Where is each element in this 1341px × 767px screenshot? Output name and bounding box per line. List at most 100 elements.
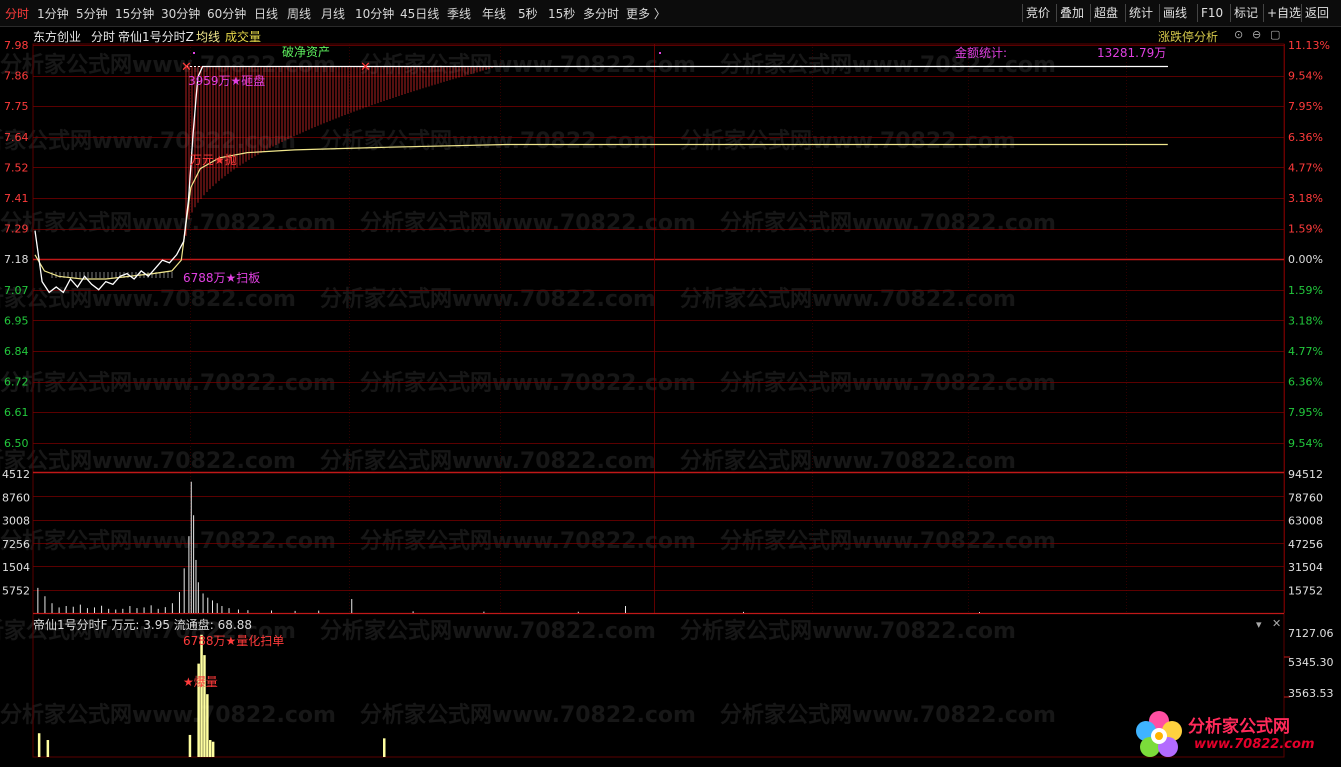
price-line xyxy=(34,65,1168,294)
sub-burst-annotation: ★爆量 xyxy=(183,675,218,689)
percent-tick-label: 9.54% xyxy=(1288,437,1323,450)
volume-tick-label-right: 15752 xyxy=(1288,585,1323,598)
site-logo: 分析家公式网 www.70822.com xyxy=(1132,708,1332,762)
percent-tick-label: 6.36% xyxy=(1288,131,1323,144)
volume-bar xyxy=(193,515,195,613)
percent-tick-label: 7.95% xyxy=(1288,406,1323,419)
percent-tick-label: 7.95% xyxy=(1288,100,1323,113)
volume-bar xyxy=(318,610,320,613)
volume-bar xyxy=(143,607,145,613)
sub-bar xyxy=(203,655,206,757)
dropdown-icon[interactable]: ▾ xyxy=(1256,618,1262,631)
price-tick-label: 7.29 xyxy=(4,223,29,236)
sweep-annotation: 6788万★扫板 xyxy=(183,271,260,285)
watermark-text: 分析家公式网www.70822.com xyxy=(0,210,336,236)
volume-tick-label: 3008 xyxy=(2,515,30,528)
volume-bar xyxy=(150,605,152,613)
marker-dot xyxy=(193,52,195,54)
volume-bar xyxy=(136,608,138,613)
volume-bar xyxy=(44,596,46,613)
volume-bar xyxy=(58,607,60,613)
price-tick-label: 6.84 xyxy=(4,345,29,358)
volume-bar xyxy=(94,607,95,613)
volume-bar xyxy=(743,611,744,613)
volume-tick-label: 1504 xyxy=(2,561,30,574)
sub-indicator-name: 帝仙1号分时F xyxy=(33,618,108,632)
flower-icon xyxy=(1136,711,1182,757)
marker-dot xyxy=(659,52,661,54)
percent-tick-label: 4.77% xyxy=(1288,161,1323,174)
volume-bar xyxy=(37,587,39,613)
volume-bar xyxy=(207,597,209,613)
volume-bar xyxy=(164,607,166,613)
volume-tick-label: 5752 xyxy=(2,585,30,598)
watermark-text: 分析家公式网www.70822.com xyxy=(680,448,1016,474)
watermark-text: 分析家公式网www.70822.com xyxy=(0,448,296,474)
volume-bar xyxy=(86,608,88,613)
percent-tick-label: 1.59% xyxy=(1288,284,1323,297)
unit-value: 3.95 xyxy=(143,618,170,632)
sub-bar xyxy=(206,694,209,757)
watermark-text: 分析家公式网www.70822.com xyxy=(0,128,296,154)
volume-bar xyxy=(171,603,173,613)
volume-tick-label: 4512 xyxy=(2,468,30,481)
volume-tick-label-right: 94512 xyxy=(1288,468,1323,481)
sub-tick-label: 7127.06 xyxy=(1288,627,1334,640)
price-tick-label: 6.72 xyxy=(4,376,29,389)
sub-tick-label: 5345.30 xyxy=(1288,656,1334,669)
volume-bar xyxy=(237,609,239,613)
watermark-text: 分析家公式网www.70822.com xyxy=(680,128,1016,154)
close-icon[interactable]: ✕ xyxy=(1272,617,1281,630)
price-tick-label: 7.18 xyxy=(4,253,29,266)
price-tick-label: 6.61 xyxy=(4,406,29,419)
volume-bar xyxy=(202,593,204,613)
volume-bar xyxy=(979,612,980,613)
sub-tick-label: 3563.53 xyxy=(1288,687,1334,700)
percent-tick-label: 9.54% xyxy=(1288,70,1323,83)
price-tick-label: 7.52 xyxy=(4,161,29,174)
volume-bar xyxy=(178,592,180,613)
volume-bar xyxy=(221,606,223,613)
logo-title: 分析家公式网 xyxy=(1188,717,1290,737)
watermark-text: 分析家公式网www.70822.com xyxy=(720,702,1056,728)
watermark-text: 分析家公式网www.70822.com xyxy=(680,286,1016,312)
volume-bar xyxy=(247,610,249,613)
volume-tick-label: 8760 xyxy=(2,491,30,504)
watermark-text: 分析家公式网www.70822.com xyxy=(320,286,656,312)
watermark-text: 分析家公式网www.70822.com xyxy=(360,210,696,236)
logo-url: www.70822.com xyxy=(1194,737,1315,752)
watermark-text: 分析家公式网www.70822.com xyxy=(680,618,1016,644)
volume-tick-label-right: 63008 xyxy=(1288,515,1323,528)
volume-bar xyxy=(195,559,197,613)
price-tick-label: 7.41 xyxy=(4,192,29,205)
watermark-text: 分析家公式网www.70822.com xyxy=(320,128,656,154)
volume-bar xyxy=(79,604,81,613)
volume-bar xyxy=(183,568,185,613)
sell-marker-icon: ✕ xyxy=(360,60,371,75)
percent-tick-label: 3.18% xyxy=(1288,314,1323,327)
volume-bar xyxy=(271,610,272,613)
volume-bar xyxy=(188,536,190,613)
watermark-text: 分析家公式网www.70822.com xyxy=(320,448,656,474)
sub-indicator-header: 帝仙1号分时F 万元: 3.95 流通盘: 68.88 xyxy=(33,616,252,633)
sub-bar xyxy=(188,734,192,757)
volume-bar xyxy=(216,603,218,613)
chart-area[interactable]: 分析家公式网www.70822.com 分析家公式网www.70822.com 分析… xyxy=(0,0,1341,767)
break-net-label: 破净资产 xyxy=(282,44,330,59)
volume-bar xyxy=(115,609,117,613)
watermark-text: 分析家公式网www.70822.com xyxy=(0,528,336,554)
volume-bar xyxy=(412,611,414,613)
amount-label: 金额统计: xyxy=(955,45,1007,60)
volume-bar xyxy=(51,603,53,613)
watermark-text: 分析家公式网www.70822.com xyxy=(360,370,696,396)
volume-bar xyxy=(625,606,626,613)
volume-bar xyxy=(294,610,296,613)
price-tick-label: 7.07 xyxy=(4,284,29,297)
watermark-text: 分析家公式网www.70822.com xyxy=(720,528,1056,554)
sell-pressure-fill xyxy=(51,66,493,278)
top-sell-annotation: 3959万★砸盘 xyxy=(188,73,265,88)
volume-bar xyxy=(65,606,67,613)
watermark-text: 分析家公式网www.70822.com xyxy=(0,370,336,396)
percent-tick-label: 4.77% xyxy=(1288,345,1323,358)
volume-bar xyxy=(157,608,159,613)
